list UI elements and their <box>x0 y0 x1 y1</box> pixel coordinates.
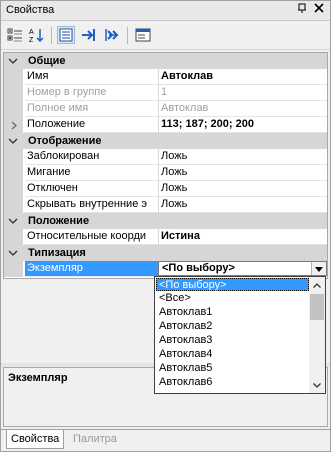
property-value[interactable]: Ложь <box>159 149 327 165</box>
property-value: 1 <box>159 85 327 101</box>
row-gutter <box>4 229 23 245</box>
category-general[interactable]: Общие <box>4 53 327 69</box>
category-typing[interactable]: Типизация <box>4 245 327 261</box>
collapse-icon[interactable] <box>8 216 18 226</box>
dropdown-option[interactable]: Автоклав4 <box>157 348 309 361</box>
pin-icon[interactable] <box>297 3 308 17</box>
double-arrow-icon <box>104 27 120 43</box>
panel-title: Свойства <box>6 4 55 16</box>
category-position[interactable]: Положение <box>4 213 327 229</box>
property-pages-icon <box>135 27 151 43</box>
tab-properties[interactable]: Свойства <box>6 430 65 449</box>
collapse-icon[interactable] <box>8 56 18 66</box>
scroll-thumb[interactable] <box>310 294 324 320</box>
property-name: Имя <box>25 69 159 85</box>
combobox-value: <По выбору> <box>162 262 235 274</box>
chevron-up-icon <box>313 279 321 291</box>
actions-button[interactable] <box>103 26 121 44</box>
property-value[interactable]: Истина <box>159 229 327 245</box>
panel-titlebar: Свойства <box>1 1 330 21</box>
description-title: Экземпляр <box>8 372 68 384</box>
tab-palette[interactable]: Палитра <box>69 430 121 448</box>
arrow-right-icon <box>81 27 97 43</box>
property-value[interactable]: Автоклав <box>159 69 327 85</box>
row-gutter <box>4 85 23 101</box>
expand-icon[interactable] <box>11 121 17 133</box>
category-label: Общие <box>28 55 66 67</box>
close-icon[interactable] <box>314 2 324 16</box>
toolbar-separator <box>51 27 52 44</box>
toolbar: AZ <box>1 23 330 50</box>
property-row[interactable]: Относительные коорди Истина <box>4 229 327 245</box>
property-value[interactable]: Ложь <box>159 165 327 181</box>
bottom-tabs: Свойства Палитра <box>1 429 330 452</box>
row-gutter <box>4 101 23 117</box>
properties-button[interactable] <box>57 26 75 44</box>
toolbar-separator <box>127 27 128 44</box>
property-grid: Общие Имя Автоклав Номер в группе 1 Полн… <box>3 52 328 279</box>
categorized-view-button[interactable] <box>6 26 24 44</box>
dropdown-option-selected[interactable]: <По выбору> <box>156 278 309 291</box>
properties-list-icon <box>59 28 73 42</box>
property-row[interactable]: Полное имя Автоклав <box>4 101 327 117</box>
dropdown-scrollbar[interactable] <box>309 277 325 393</box>
chevron-down-icon <box>313 379 321 391</box>
property-name: Экземпляр <box>25 261 159 277</box>
sort-az-icon: AZ <box>29 27 45 43</box>
category-display[interactable]: Отображение <box>4 133 327 149</box>
categorized-icon <box>7 27 23 43</box>
row-gutter <box>4 261 23 277</box>
instance-dropdown-list[interactable]: <По выбору> <Все> Автоклав1 Автоклав2 Ав… <box>154 276 326 394</box>
dropdown-option[interactable]: Автоклав2 <box>157 320 309 333</box>
property-row[interactable]: Отключен Ложь <box>4 181 327 197</box>
dropdown-option[interactable]: Автоклав5 <box>157 362 309 375</box>
property-name: Мигание <box>25 165 159 181</box>
property-row[interactable]: Имя Автоклав <box>4 69 327 85</box>
property-row[interactable]: Положение 113; 187; 200; 200 <box>4 117 327 133</box>
dropdown-option[interactable]: Автоклав1 <box>157 306 309 319</box>
scroll-up-button[interactable] <box>309 277 325 293</box>
property-name: Скрывать внутренние э <box>25 197 159 213</box>
dropdown-option[interactable]: Автоклав3 <box>157 334 309 347</box>
property-value[interactable]: 113; 187; 200; 200 <box>159 117 327 133</box>
row-gutter <box>4 149 23 165</box>
row-gutter <box>4 181 23 197</box>
property-row[interactable]: Мигание Ложь <box>4 165 327 181</box>
category-label: Типизация <box>28 247 86 259</box>
scroll-down-button[interactable] <box>309 377 325 393</box>
chevron-down-icon <box>315 263 323 275</box>
collapse-icon[interactable] <box>8 136 18 146</box>
category-label: Отображение <box>28 135 102 147</box>
dropdown-option[interactable]: <Все> <box>157 292 309 305</box>
events-button[interactable] <box>80 26 98 44</box>
property-name: Полное имя <box>25 101 159 117</box>
property-pages-button[interactable] <box>134 26 152 44</box>
property-row[interactable]: Скрывать внутренние э Ложь <box>4 197 327 213</box>
alphabetical-sort-button[interactable]: AZ <box>28 26 46 44</box>
instance-combobox[interactable]: <По выбору> <box>158 261 327 276</box>
property-row[interactable]: Номер в группе 1 <box>4 85 327 101</box>
row-gutter <box>4 117 23 133</box>
svg-text:A: A <box>29 29 34 36</box>
row-gutter <box>4 69 23 85</box>
dropdown-button[interactable] <box>311 262 326 275</box>
svg-text:Z: Z <box>29 37 34 43</box>
property-name: Номер в группе <box>25 85 159 101</box>
property-value[interactable]: Ложь <box>159 197 327 213</box>
property-name: Заблокирован <box>25 149 159 165</box>
property-name: Отключен <box>25 181 159 197</box>
row-gutter <box>4 197 23 213</box>
row-gutter <box>4 165 23 181</box>
property-row[interactable]: Заблокирован Ложь <box>4 149 327 165</box>
property-row-selected[interactable]: Экземпляр <По выбору> <box>4 261 327 277</box>
collapse-icon[interactable] <box>8 248 18 258</box>
dropdown-option[interactable]: Автоклав6 <box>157 376 309 389</box>
category-label: Положение <box>28 215 90 227</box>
property-value: Автоклав <box>159 101 327 117</box>
property-name: Положение <box>25 117 159 133</box>
property-name: Относительные коорди <box>25 229 159 245</box>
property-value[interactable]: Ложь <box>159 181 327 197</box>
